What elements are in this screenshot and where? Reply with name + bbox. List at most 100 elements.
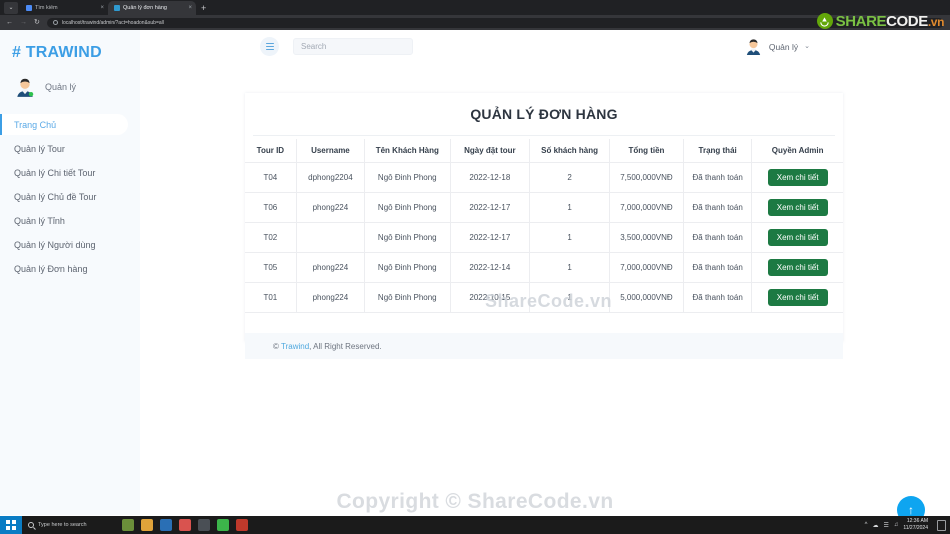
close-icon[interactable]: × — [188, 5, 192, 11]
cell-customer: Ngô Đinh Phong — [364, 282, 451, 313]
browser-tab-1[interactable]: Tìm kiếm × — [20, 1, 108, 15]
system-tray: ^ ☁ ☰ ♫ 12:36 AM 11/27/2024 — [865, 518, 946, 532]
new-tab-button[interactable]: + — [196, 4, 211, 15]
cell-guests: 1 — [529, 222, 610, 253]
tray-network-icon[interactable]: ☰ — [883, 522, 888, 529]
cell-tour-id: T04 — [245, 162, 297, 193]
cell-status: Đã thanh toán — [682, 162, 753, 193]
menu-toggle-icon[interactable] — [260, 37, 279, 56]
page-footer: © Trawind, All Right Reserved. — [245, 333, 843, 359]
taskbar: Type here to search ^ ☁ ☰ ♫ 12:36 AM 11/… — [0, 516, 950, 534]
taskbar-app-chrome-icon[interactable] — [179, 519, 191, 531]
view-detail-button[interactable]: Xem chi tiết — [767, 229, 828, 246]
cell-customer: Ngô Đinh Phong — [364, 162, 451, 193]
column-header-guests: Số khách hàng — [529, 139, 610, 163]
cell-username: dphong2204 — [295, 162, 366, 193]
taskbar-app-terminal-icon[interactable] — [198, 519, 210, 531]
tab-favicon-icon — [26, 5, 32, 11]
page-viewport: # TRAWIND Quản lý Trang Chủ Quản lý Tour… — [0, 30, 950, 524]
sidebar-item-trang-chu[interactable]: Trang Chủ — [0, 114, 128, 135]
cell-total: 7,000,000VNĐ — [608, 192, 684, 223]
sidebar-item-label: Quản lý Chủ đề Tour — [14, 191, 97, 202]
view-detail-button[interactable]: Xem chi tiết — [767, 289, 828, 306]
cell-guests: 2 — [529, 162, 610, 193]
burger-line — [265, 45, 274, 48]
tab-favicon-icon — [114, 5, 120, 11]
tray-expand-icon[interactable]: ^ — [865, 522, 868, 528]
logo-square — [6, 520, 11, 525]
footer-copyright-mark: © — [273, 341, 281, 351]
clock-date: 11/27/2024 — [903, 525, 928, 531]
burger-line — [265, 49, 274, 51]
cell-tour-id: T05 — [245, 252, 297, 283]
start-button-icon[interactable] — [0, 516, 22, 534]
sharecode-share-text: SHARE — [835, 12, 887, 30]
sidebar-item-don-hang[interactable]: Quản lý Đơn hàng — [0, 258, 140, 279]
sidebar-user-name: Quản lý — [45, 82, 77, 92]
divider — [253, 135, 835, 136]
sidebar-item-tinh[interactable]: Quản lý Tỉnh — [0, 210, 140, 231]
cell-total: 3,500,000VNĐ — [608, 222, 684, 253]
taskbar-app-xampp-icon[interactable] — [217, 519, 229, 531]
column-header-total: Tổng tiền — [608, 139, 684, 163]
close-icon[interactable]: × — [100, 5, 104, 11]
burger-line — [265, 42, 274, 44]
search-input[interactable]: Search — [293, 38, 413, 55]
cell-date: 2022-12-17 — [449, 222, 531, 253]
cell-customer: Ngô Đinh Phong — [364, 222, 451, 253]
site-info-icon[interactable] — [52, 20, 58, 25]
sidebar: # TRAWIND Quản lý Trang Chủ Quản lý Tour… — [0, 30, 140, 515]
cell-guests: 1 — [529, 192, 610, 223]
taskbar-search-box[interactable]: Type here to search — [28, 522, 114, 528]
address-bar[interactable]: localhost/trawind/admin/?act=hoadon&sub=… — [46, 17, 944, 28]
sidebar-brand[interactable]: # TRAWIND — [0, 38, 140, 66]
sidebar-item-chi-tiet-tour[interactable]: Quản lý Chi tiết Tour — [0, 162, 140, 183]
cell-status: Đã thanh toán — [682, 282, 753, 313]
browser-tabstrip: ⌄ Tìm kiếm × Quản lý đơn hàng × + — [0, 0, 950, 15]
clock-time: 12:36 AM — [906, 518, 928, 525]
cell-action: Xem chi tiết — [751, 222, 843, 253]
view-detail-button[interactable]: Xem chi tiết — [767, 259, 828, 276]
view-detail-button[interactable]: Xem chi tiết — [767, 199, 828, 216]
sidebar-item-nguoi-dung[interactable]: Quản lý Người dùng — [0, 234, 140, 255]
cell-status: Đã thanh toán — [682, 192, 753, 223]
cell-total: 5,000,000VNĐ — [608, 282, 684, 313]
topbar-user-name: Quản lý — [768, 41, 799, 52]
window-minimize-icon[interactable]: ⌄ — [4, 2, 18, 14]
footer-brand-link[interactable]: Trawind — [281, 342, 309, 351]
taskbar-app-explorer-icon[interactable] — [141, 519, 153, 531]
cell-total: 7,000,000VNĐ — [608, 252, 684, 283]
cell-username: phong224 — [295, 252, 366, 283]
sidebar-item-quan-ly-tour[interactable]: Quản lý Tour — [0, 138, 140, 159]
cell-total: 7,500,000VNĐ — [608, 162, 684, 193]
topbar-user-menu[interactable]: Quản lý ⌄ — [744, 37, 810, 56]
table-row: T02 Ngô Đinh Phong 2022-12-17 1 3,500,00… — [245, 222, 843, 253]
reload-icon[interactable]: ↻ — [34, 19, 40, 26]
table-row: T04 dphong2204 Ngô Đinh Phong 2022-12-18… — [245, 162, 843, 193]
tray-volume-icon[interactable]: ♫ — [894, 522, 899, 528]
sharecode-vn-text: .vn — [927, 14, 945, 29]
sidebar-item-label: Quản lý Tour — [14, 143, 65, 154]
taskbar-app-media-icon[interactable] — [236, 519, 248, 531]
sidebar-user[interactable]: Quản lý — [0, 66, 140, 110]
view-detail-button[interactable]: Xem chi tiết — [767, 169, 828, 186]
back-icon[interactable]: ← — [6, 19, 13, 26]
tray-cloud-icon[interactable]: ☁ — [872, 522, 878, 529]
taskbar-app-vscode-icon[interactable] — [160, 519, 172, 531]
cell-date: 2022-12-18 — [449, 162, 531, 193]
tab-title: Quản lý đơn hàng — [123, 5, 167, 11]
taskbar-clock[interactable]: 12:36 AM 11/27/2024 — [903, 518, 928, 532]
cell-username: phong224 — [295, 282, 366, 313]
cell-guests: 1 — [529, 282, 610, 313]
topbar: Search Quản lý ⌄ — [140, 30, 950, 63]
cell-guests: 1 — [529, 252, 610, 283]
browser-toolbar: ← → ↻ localhost/trawind/admin/?act=hoado… — [0, 15, 950, 30]
taskbar-app-cortana-icon[interactable] — [122, 519, 134, 531]
chevron-down-icon[interactable]: ⌄ — [804, 43, 810, 50]
cell-username: phong224 — [295, 192, 366, 223]
browser-tab-2[interactable]: Quản lý đơn hàng × — [108, 1, 196, 15]
forward-icon[interactable]: → — [20, 19, 27, 26]
cell-action: Xem chi tiết — [751, 252, 843, 283]
sidebar-item-chu-de-tour[interactable]: Quản lý Chủ đề Tour — [0, 186, 140, 207]
show-desktop-button[interactable] — [937, 519, 946, 531]
